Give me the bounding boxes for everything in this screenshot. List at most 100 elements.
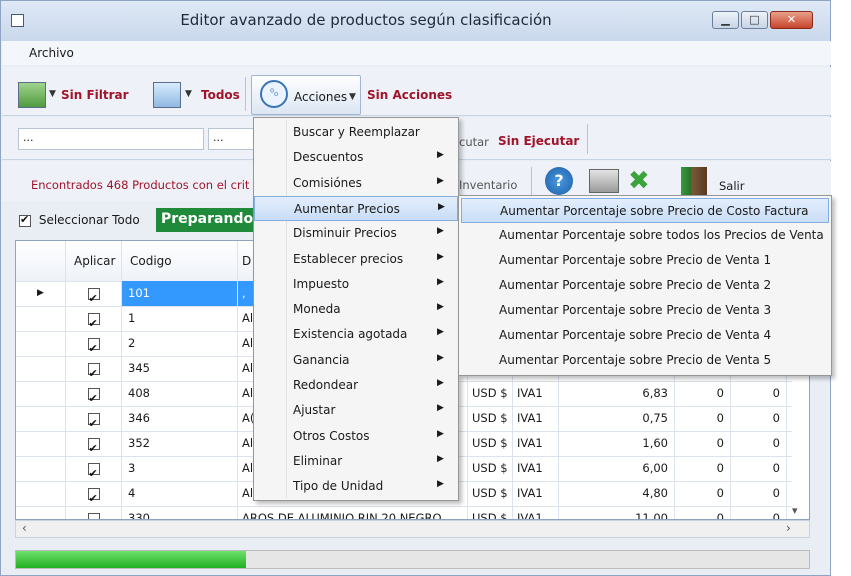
checkbox-icon[interactable]: [19, 213, 31, 227]
submenu-item[interactable]: Aumentar Porcentaje sobre todos los Prec…: [461, 223, 829, 248]
tax-cell[interactable]: IVA1: [513, 481, 559, 506]
code-cell[interactable]: 1: [122, 306, 238, 331]
col-a-cell[interactable]: 0: [675, 506, 731, 519]
inventario-button[interactable]: Inventario: [459, 178, 517, 192]
code-cell[interactable]: 2: [122, 331, 238, 356]
menu-item[interactable]: Redondear ▶: [254, 373, 458, 398]
checkbox-icon[interactable]: [87, 511, 100, 519]
menu-item[interactable]: Impuesto ▶: [254, 272, 458, 297]
submenu-item[interactable]: Aumentar Porcentaje sobre Precio de Vent…: [461, 323, 829, 348]
todos-button[interactable]: Todos: [201, 88, 240, 102]
menu-item[interactable]: Ganancia ▶: [254, 348, 458, 373]
code-cell[interactable]: 330: [122, 506, 238, 519]
menu-item[interactable]: Eliminar ▶: [254, 449, 458, 474]
menu-item[interactable]: Descuentos ▶: [254, 145, 458, 170]
col-a-cell[interactable]: 0: [675, 381, 731, 406]
col-a-cell[interactable]: 0: [675, 456, 731, 481]
currency-cell[interactable]: USD $: [468, 481, 513, 506]
menu-item[interactable]: Comisiónes ▶: [254, 171, 458, 196]
row-header[interactable]: [16, 331, 66, 356]
col-b-cell[interactable]: 0: [731, 431, 787, 456]
col-b-cell[interactable]: 0: [731, 481, 787, 506]
code-cell[interactable]: 345: [122, 356, 238, 381]
menu-item[interactable]: Moneda ▶: [254, 297, 458, 322]
col-a-cell[interactable]: 0: [675, 431, 731, 456]
checkbox-icon[interactable]: [87, 336, 100, 356]
checkbox-icon[interactable]: [87, 286, 100, 306]
filter-icon[interactable]: [18, 82, 46, 108]
menu-item[interactable]: Disminuir Precios ▶: [254, 221, 458, 246]
submenu-item[interactable]: Aumentar Porcentaje sobre Precio de Vent…: [461, 248, 829, 273]
row-header[interactable]: ▶: [16, 281, 66, 306]
help-icon[interactable]: ?: [545, 167, 573, 195]
tax-cell[interactable]: IVA1: [513, 456, 559, 481]
col-a-cell[interactable]: 0: [675, 406, 731, 431]
row-header[interactable]: [16, 506, 66, 519]
price-cell[interactable]: 11,00: [559, 506, 675, 519]
tax-cell[interactable]: IVA1: [513, 431, 559, 456]
ejecutar-label[interactable]: cutar: [459, 135, 489, 149]
apply-checkbox[interactable]: [66, 356, 122, 381]
search-icon[interactable]: [153, 82, 181, 108]
checkbox-icon[interactable]: [87, 386, 100, 406]
checkbox-icon[interactable]: [87, 486, 100, 506]
print-icon[interactable]: [589, 169, 619, 193]
code-cell[interactable]: 4: [122, 481, 238, 506]
currency-cell[interactable]: USD $: [468, 506, 513, 519]
menu-item[interactable]: Tipo de Unidad ▶: [254, 474, 458, 499]
price-cell[interactable]: 1,60: [559, 431, 675, 456]
maximize-button[interactable]: □: [741, 11, 768, 29]
minimize-button[interactable]: ▁: [712, 11, 739, 29]
price-cell[interactable]: 6,83: [559, 381, 675, 406]
apply-checkbox[interactable]: [66, 506, 122, 519]
apply-checkbox[interactable]: [66, 381, 122, 406]
apply-checkbox[interactable]: [66, 431, 122, 456]
col-b-cell[interactable]: 0: [731, 406, 787, 431]
row-header[interactable]: [16, 456, 66, 481]
apply-checkbox[interactable]: [66, 331, 122, 356]
code-cell[interactable]: 101: [122, 281, 238, 306]
currency-cell[interactable]: USD $: [468, 381, 513, 406]
submenu-item[interactable]: Aumentar Porcentaje sobre Precio de Vent…: [461, 298, 829, 323]
scroll-down-icon[interactable]: ▾: [792, 504, 798, 517]
price-cell[interactable]: 6,00: [559, 456, 675, 481]
submenu-item[interactable]: Aumentar Porcentaje sobre Precio de Vent…: [461, 273, 829, 298]
menu-item[interactable]: Establecer precios ▶: [254, 247, 458, 272]
col-b-cell[interactable]: 0: [731, 381, 787, 406]
apply-checkbox[interactable]: [66, 406, 122, 431]
code-cell[interactable]: 3: [122, 456, 238, 481]
row-header[interactable]: [16, 306, 66, 331]
select-all-checkbox[interactable]: Seleccionar Todo: [19, 213, 140, 227]
header-codigo[interactable]: Codigo: [122, 241, 238, 281]
checkbox-icon[interactable]: [87, 361, 100, 381]
checkbox-icon[interactable]: [87, 461, 100, 481]
row-header[interactable]: [16, 481, 66, 506]
code-cell[interactable]: 346: [122, 406, 238, 431]
row-header[interactable]: [16, 381, 66, 406]
currency-cell[interactable]: USD $: [468, 431, 513, 456]
scroll-right-icon[interactable]: ›: [786, 521, 791, 535]
scroll-left-icon[interactable]: ‹: [22, 521, 27, 535]
header-aplicar[interactable]: Aplicar: [66, 241, 122, 281]
description-cell[interactable]: AROS DE ALUMINIO RIN 20 NEGRO: [238, 506, 468, 519]
col-b-cell[interactable]: 0: [731, 456, 787, 481]
criteria-field-1[interactable]: ...: [18, 128, 204, 150]
menu-item[interactable]: Ajustar ▶: [254, 398, 458, 423]
price-cell[interactable]: 0,75: [559, 406, 675, 431]
tax-cell[interactable]: IVA1: [513, 381, 559, 406]
currency-cell[interactable]: USD $: [468, 456, 513, 481]
close-button[interactable]: ✕: [770, 11, 813, 29]
apply-checkbox[interactable]: [66, 456, 122, 481]
price-cell[interactable]: 4,80: [559, 481, 675, 506]
row-header[interactable]: [16, 431, 66, 456]
apply-checkbox[interactable]: [66, 481, 122, 506]
tax-cell[interactable]: IVA1: [513, 406, 559, 431]
submenu-item[interactable]: Aumentar Porcentaje sobre Precio de Vent…: [461, 348, 829, 373]
menu-item[interactable]: Otros Costos ▶: [254, 424, 458, 449]
exit-door-icon[interactable]: [681, 167, 707, 195]
currency-cell[interactable]: USD $: [468, 406, 513, 431]
chevron-down-icon[interactable]: ▼: [185, 89, 192, 99]
checkbox-icon[interactable]: [87, 436, 100, 456]
checkbox-icon[interactable]: [87, 411, 100, 431]
menu-item[interactable]: Buscar y Reemplazar: [254, 120, 458, 145]
